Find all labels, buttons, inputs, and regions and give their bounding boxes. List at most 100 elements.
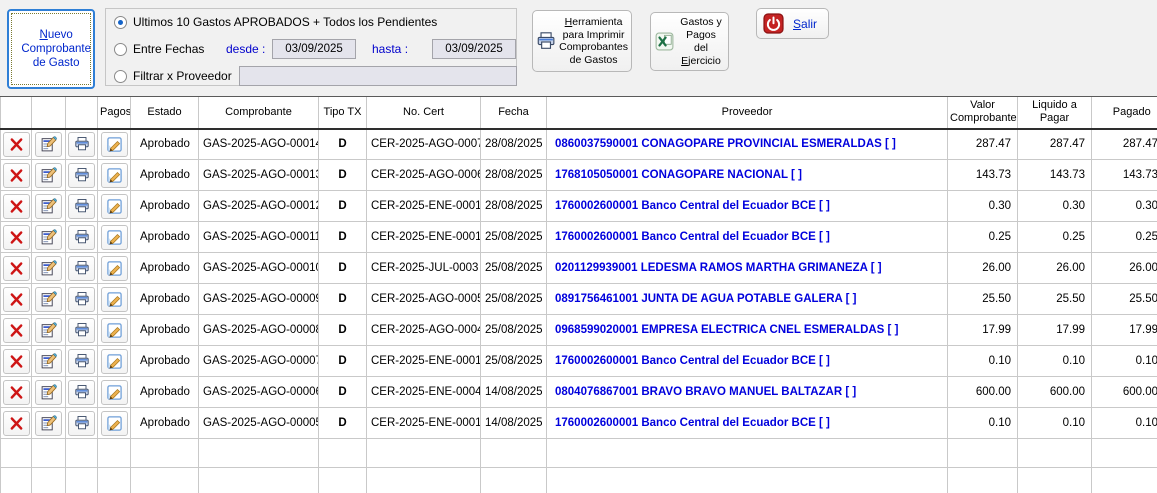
- proveedor-link-cell[interactable]: 0968599020001 EMPRESA ELECTRICA CNEL ESM…: [547, 315, 948, 346]
- fecha-cell: 28/08/2025: [481, 129, 547, 160]
- edit-properties-button[interactable]: [35, 163, 62, 188]
- radio-entre-fechas[interactable]: [114, 43, 127, 56]
- edit-properties-button[interactable]: [35, 194, 62, 219]
- liquido-a-pagar-cell: 17.99: [1018, 315, 1092, 346]
- edit-properties-button[interactable]: [35, 318, 62, 343]
- edit-form-icon: [40, 322, 57, 339]
- print-row-button[interactable]: [68, 225, 95, 250]
- print-row-button[interactable]: [68, 349, 95, 374]
- print-row-button[interactable]: [68, 194, 95, 219]
- delete-row-button[interactable]: [3, 194, 30, 219]
- power-icon: [763, 13, 784, 34]
- proveedor-link-cell[interactable]: 1760002600001 Banco Central del Ecuador …: [547, 191, 948, 222]
- table-row: Aprobado GAS-2025-AGO-00011 D CER-2025-E…: [1, 222, 1157, 253]
- filter-option-dates: Entre Fechas desde : 03/09/2025 hasta : …: [114, 42, 512, 56]
- delete-row-button[interactable]: [3, 349, 30, 374]
- pagos-edit-button[interactable]: [101, 411, 128, 436]
- edit-properties-button[interactable]: [35, 380, 62, 405]
- header-liquido-a-pagar: Liquido a Pagar: [1018, 97, 1092, 129]
- empty-cell: [1092, 468, 1157, 493]
- pagos-edit-button[interactable]: [101, 225, 128, 250]
- delete-row-button[interactable]: [3, 380, 30, 405]
- print-row-button[interactable]: [68, 380, 95, 405]
- exit-button[interactable]: Salir: [756, 8, 829, 39]
- estado-cell: Aprobado: [131, 191, 199, 222]
- table-row: Aprobado GAS-2025-AGO-00007 D CER-2025-E…: [1, 346, 1157, 377]
- print-vouchers-tool-button[interactable]: Herramienta para Imprimir Comprobantes d…: [532, 10, 632, 72]
- delete-row-button[interactable]: [3, 225, 30, 250]
- edit-properties-button[interactable]: [35, 225, 62, 250]
- comprobante-cell: GAS-2025-AGO-00010: [199, 253, 319, 284]
- proveedor-link-cell[interactable]: 0201129939001 LEDESMA RAMOS MARTHA GRIMA…: [547, 253, 948, 284]
- delete-x-icon: [9, 230, 24, 245]
- liquido-a-pagar-cell: 0.10: [1018, 346, 1092, 377]
- comprobante-cell: GAS-2025-AGO-00014: [199, 129, 319, 160]
- delete-x-icon: [9, 168, 24, 183]
- no-cert-cell: CER-2025-ENE-0001: [367, 191, 481, 222]
- valor-comprobante-cell: 25.50: [948, 284, 1018, 315]
- header-properties-col: [32, 97, 66, 129]
- pagos-edit-button[interactable]: [101, 132, 128, 157]
- pagos-edit-button[interactable]: [101, 256, 128, 281]
- excel-line2: Pagos del: [678, 29, 724, 55]
- edit-properties-button[interactable]: [35, 287, 62, 312]
- properties-cell: [32, 346, 66, 377]
- proveedor-link-cell[interactable]: 1760002600001 Banco Central del Ecuador …: [547, 222, 948, 253]
- print-row-button[interactable]: [68, 163, 95, 188]
- edit-form-icon: [40, 291, 57, 308]
- estado-cell: Aprobado: [131, 222, 199, 253]
- edit-properties-button[interactable]: [35, 132, 62, 157]
- pagado-cell: 26.00: [1092, 253, 1157, 284]
- print-row-button[interactable]: [68, 411, 95, 436]
- delete-row-button[interactable]: [3, 411, 30, 436]
- edit-properties-button[interactable]: [35, 349, 62, 374]
- delete-row-button[interactable]: [3, 132, 30, 157]
- fecha-cell: 28/08/2025: [481, 191, 547, 222]
- table-header-row: Pagos Estado Comprobante Tipo TX No. Cer…: [1, 97, 1157, 129]
- delete-row-button[interactable]: [3, 318, 30, 343]
- desde-date-input[interactable]: 03/09/2025: [272, 39, 356, 59]
- delete-row-button[interactable]: [3, 287, 30, 312]
- proveedor-link-cell[interactable]: 1768105050001 CONAGOPARE NACIONAL [ ]: [547, 160, 948, 191]
- pagos-edit-button[interactable]: [101, 287, 128, 312]
- pagos-edit-button[interactable]: [101, 163, 128, 188]
- valor-comprobante-cell: 17.99: [948, 315, 1018, 346]
- print-row-button[interactable]: [68, 132, 95, 157]
- radio-last10[interactable]: [114, 16, 127, 29]
- tipo-tx-cell: D: [319, 191, 367, 222]
- excel-report-button[interactable]: Gastos y Pagos del Ejercicio: [650, 12, 729, 71]
- pagos-edit-button[interactable]: [101, 380, 128, 405]
- delete-cell: [1, 222, 32, 253]
- pagos-cell: [98, 129, 131, 160]
- proveedor-link-cell[interactable]: 0891756461001 JUNTA DE AGUA POTABLE GALE…: [547, 284, 948, 315]
- empty-cell: [1018, 468, 1092, 493]
- proveedor-filter-input[interactable]: [239, 66, 517, 86]
- pencil-note-icon: [106, 136, 123, 153]
- delete-row-button[interactable]: [3, 163, 30, 188]
- new-expense-voucher-button[interactable]: Nuevo Comprobante de Gasto: [7, 9, 95, 89]
- print-row-button[interactable]: [68, 287, 95, 312]
- pagos-edit-button[interactable]: [101, 349, 128, 374]
- pagos-edit-button[interactable]: [101, 318, 128, 343]
- proveedor-link-cell[interactable]: 0860037590001 CONAGOPARE PROVINCIAL ESME…: [547, 129, 948, 160]
- properties-cell: [32, 377, 66, 408]
- delete-x-icon: [9, 137, 24, 152]
- radio-filtrar-proveedor[interactable]: [114, 70, 127, 83]
- proveedor-link-cell[interactable]: 0804076867001 BRAVO BRAVO MANUEL BALTAZA…: [547, 377, 948, 408]
- proveedor-link-cell[interactable]: 1760002600001 Banco Central del Ecuador …: [547, 346, 948, 377]
- empty-cell: [367, 468, 481, 493]
- liquido-a-pagar-cell: 0.25: [1018, 222, 1092, 253]
- print-row-button[interactable]: [68, 256, 95, 281]
- app-window: { "toolbar": { "new_button": { "lines": …: [0, 0, 1157, 493]
- print-row-button[interactable]: [68, 318, 95, 343]
- proveedor-link-cell[interactable]: 1760002600001 Banco Central del Ecuador …: [547, 408, 948, 439]
- empty-cell: [367, 439, 481, 468]
- pagos-edit-button[interactable]: [101, 194, 128, 219]
- delete-cell: [1, 315, 32, 346]
- edit-properties-button[interactable]: [35, 411, 62, 436]
- delete-row-button[interactable]: [3, 256, 30, 281]
- edit-properties-button[interactable]: [35, 256, 62, 281]
- tipo-tx-cell: D: [319, 408, 367, 439]
- pagos-cell: [98, 377, 131, 408]
- hasta-date-input[interactable]: 03/09/2025: [432, 39, 516, 59]
